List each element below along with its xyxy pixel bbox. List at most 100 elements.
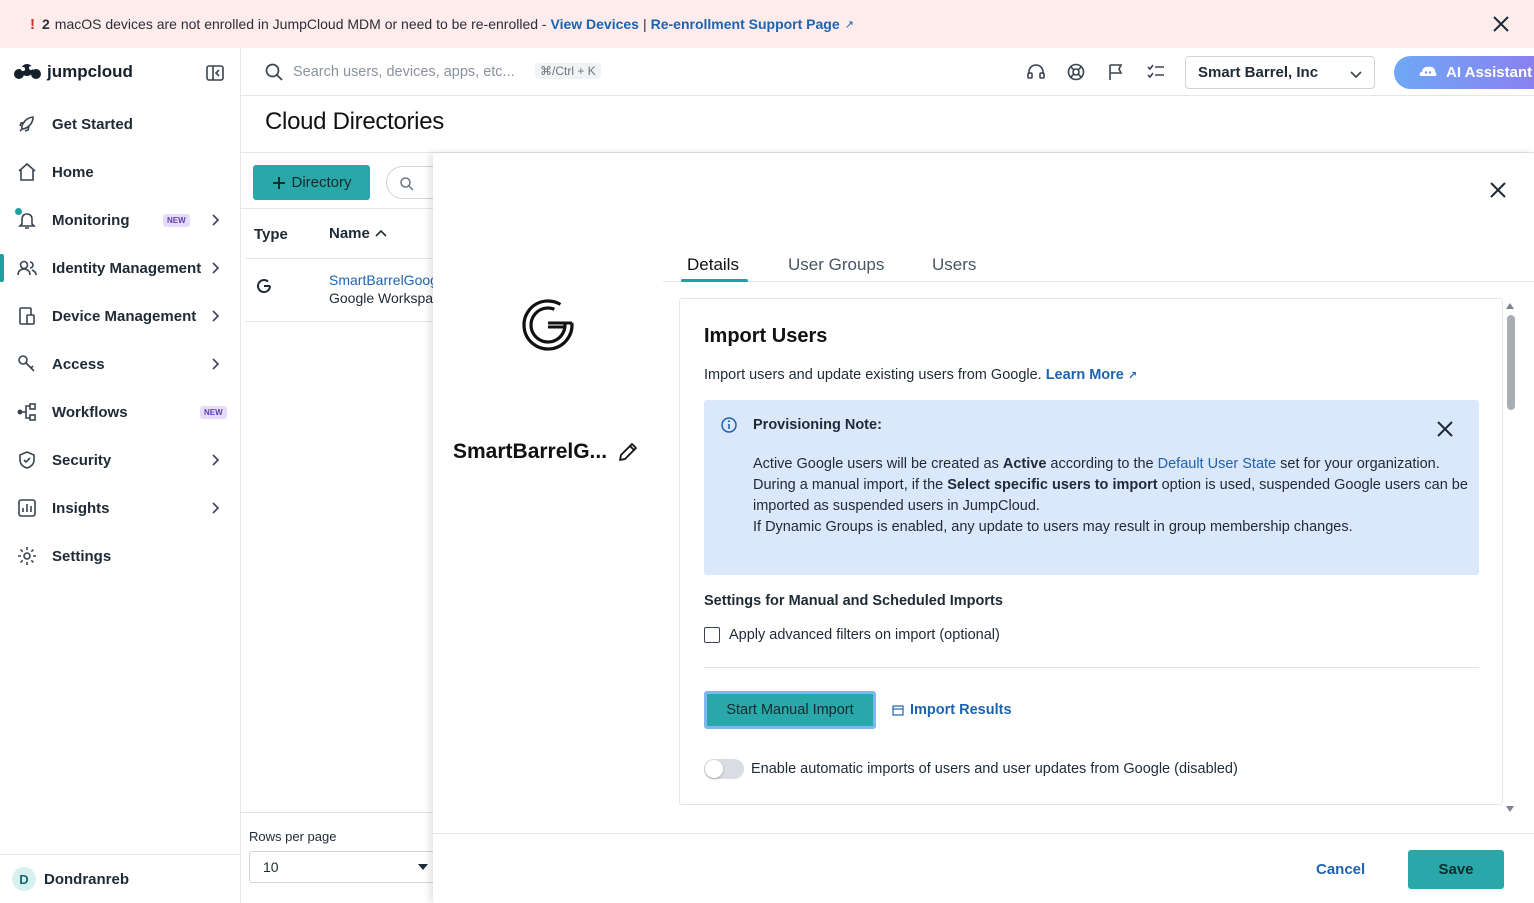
caret-down-icon — [418, 864, 428, 870]
search-shortcut: ⌘/Ctrl + K — [535, 63, 601, 79]
flag-icon[interactable] — [1105, 61, 1127, 83]
cloud-logo-icon — [14, 64, 41, 79]
note-text: set for your organization. — [1280, 456, 1440, 472]
help-lifebuoy-icon[interactable] — [1065, 61, 1087, 83]
chevron-right-icon — [212, 310, 220, 322]
note-paragraph: Active Google users will be created as A… — [753, 454, 1468, 475]
sidebar-item-label: Home — [52, 163, 94, 181]
new-badge: NEW — [200, 406, 227, 419]
sidebar-item-get-started[interactable]: Get Started — [0, 100, 240, 148]
sort-ascending-icon — [375, 229, 387, 237]
sidebar-item-home[interactable]: Home — [0, 148, 240, 196]
drawer-footer: Cancel Save — [433, 833, 1534, 903]
organization-select[interactable]: Smart Barrel, Inc — [1185, 56, 1375, 89]
auto-import-option: Enable automatic imports of users and us… — [704, 759, 1238, 779]
sidebar-item-label: Identity Management — [52, 259, 202, 277]
banner-close-icon[interactable] — [1490, 13, 1512, 35]
ai-assistant-label: AI Assistant — [1446, 64, 1533, 81]
pencil-edit-icon[interactable] — [616, 440, 640, 464]
sidebar-item-workflows[interactable]: Workflows NEW — [0, 388, 240, 436]
brand-name: jumpcloud — [47, 62, 133, 81]
checklist-icon[interactable] — [1145, 61, 1167, 83]
note-title: Provisioning Note: — [753, 417, 882, 433]
default-user-state-link[interactable]: Default User State — [1158, 456, 1276, 472]
sidebar-item-label: Monitoring — [52, 211, 130, 229]
rows-per-page-label: Rows per page — [249, 829, 337, 844]
home-icon — [18, 162, 36, 181]
drawer-close-icon[interactable] — [1487, 179, 1509, 201]
google-icon — [257, 279, 272, 294]
device-icon — [19, 307, 35, 325]
organization-name: Smart Barrel, Inc — [1198, 64, 1319, 81]
learn-more-link[interactable]: Learn More ↗ — [1046, 367, 1137, 383]
auto-import-toggle[interactable] — [704, 759, 744, 779]
view-devices-link[interactable]: View Devices — [550, 16, 638, 32]
sidebar-item-label: Device Management — [52, 307, 197, 325]
drawer-tabs: Details User Groups Users — [663, 248, 1534, 282]
scrollbar-thumb[interactable] — [1507, 315, 1515, 410]
advanced-filters-option[interactable]: Apply advanced filters on import (option… — [704, 627, 1000, 643]
note-text: During a manual import, if the — [753, 477, 944, 493]
column-header-type: Type — [254, 226, 288, 243]
sidebar-item-device-management[interactable]: Device Management — [0, 292, 240, 340]
advanced-filters-checkbox[interactable] — [704, 627, 720, 643]
active-tab-indicator — [681, 279, 748, 282]
import-results-link[interactable]: Import Results — [892, 702, 1012, 718]
external-link-icon: ↗ — [1127, 370, 1138, 382]
tab-details[interactable]: Details — [687, 255, 739, 275]
cancel-button[interactable]: Cancel — [1316, 861, 1365, 878]
sidebar-item-settings[interactable]: Settings — [0, 532, 240, 580]
note-close-icon[interactable] — [1434, 418, 1456, 440]
sidebar-item-label: Security — [52, 451, 112, 469]
ai-assistant-button[interactable]: AI Assistant — [1394, 56, 1534, 89]
gear-icon — [18, 547, 36, 565]
sidebar-item-monitoring[interactable]: Monitoring NEW — [0, 196, 240, 244]
advanced-filters-label: Apply advanced filters on import (option… — [729, 627, 1000, 643]
rows-per-page-select[interactable]: 10 — [249, 851, 439, 883]
section-description: Import users and update existing users f… — [704, 367, 1137, 383]
tab-users[interactable]: Users — [932, 255, 976, 275]
import-results-label: Import Results — [910, 702, 1012, 718]
note-bold: Active — [1002, 456, 1047, 472]
start-manual-import-button[interactable]: Start Manual Import — [704, 691, 876, 729]
banner-separator: | — [642, 16, 647, 32]
sidebar-item-insights[interactable]: Insights — [0, 484, 240, 532]
sidebar-item-label: Workflows — [52, 403, 128, 421]
jumpcloud-logo[interactable]: jumpcloud — [12, 62, 133, 82]
banner-count: 2 — [42, 16, 50, 32]
sidebar-item-access[interactable]: Access — [0, 340, 240, 388]
sidebar-item-identity-management[interactable]: Identity Management — [0, 244, 240, 292]
table-row[interactable]: SmartBarrelGoogle Google Workspace — [245, 258, 449, 322]
chevron-down-icon — [1350, 71, 1362, 79]
headset-icon[interactable] — [1025, 61, 1047, 83]
add-directory-label: Directory — [291, 174, 352, 191]
sidebar-item-security[interactable]: Security — [0, 436, 240, 484]
add-directory-button[interactable]: Directory — [253, 165, 370, 200]
alert-icon: ! — [30, 15, 35, 33]
chevron-right-icon — [212, 358, 220, 370]
bell-icon — [18, 213, 36, 229]
tab-user-groups[interactable]: User Groups — [788, 255, 884, 275]
workflow-icon — [17, 403, 36, 421]
global-search-input[interactable] — [293, 62, 533, 82]
directory-type-label: Google Workspace — [329, 290, 448, 306]
directory-name-link[interactable]: SmartBarrelGoogle — [329, 272, 449, 288]
google-logo-icon — [522, 299, 574, 351]
key-icon — [18, 355, 35, 372]
scroll-down-arrow[interactable] — [1506, 806, 1514, 812]
save-button[interactable]: Save — [1408, 850, 1504, 889]
user-name: Dondranreb — [44, 870, 130, 888]
robot-icon — [1419, 66, 1437, 76]
user-menu[interactable]: D Dondranreb — [0, 854, 240, 903]
scroll-up-arrow[interactable] — [1506, 303, 1514, 309]
users-icon — [17, 260, 37, 276]
column-header-name[interactable]: Name — [329, 225, 388, 242]
column-header-name-label: Name — [329, 225, 370, 242]
divider — [241, 208, 441, 209]
note-text: Active Google users will be created as — [753, 456, 999, 472]
note-paragraph: During a manual import, if the Select sp… — [753, 475, 1468, 517]
re-enrollment-support-link[interactable]: Re-enrollment Support Page — [651, 16, 840, 32]
sidebar-item-label: Get Started — [52, 115, 133, 133]
collapse-sidebar-icon[interactable] — [205, 63, 225, 83]
chevron-right-icon — [212, 502, 220, 514]
